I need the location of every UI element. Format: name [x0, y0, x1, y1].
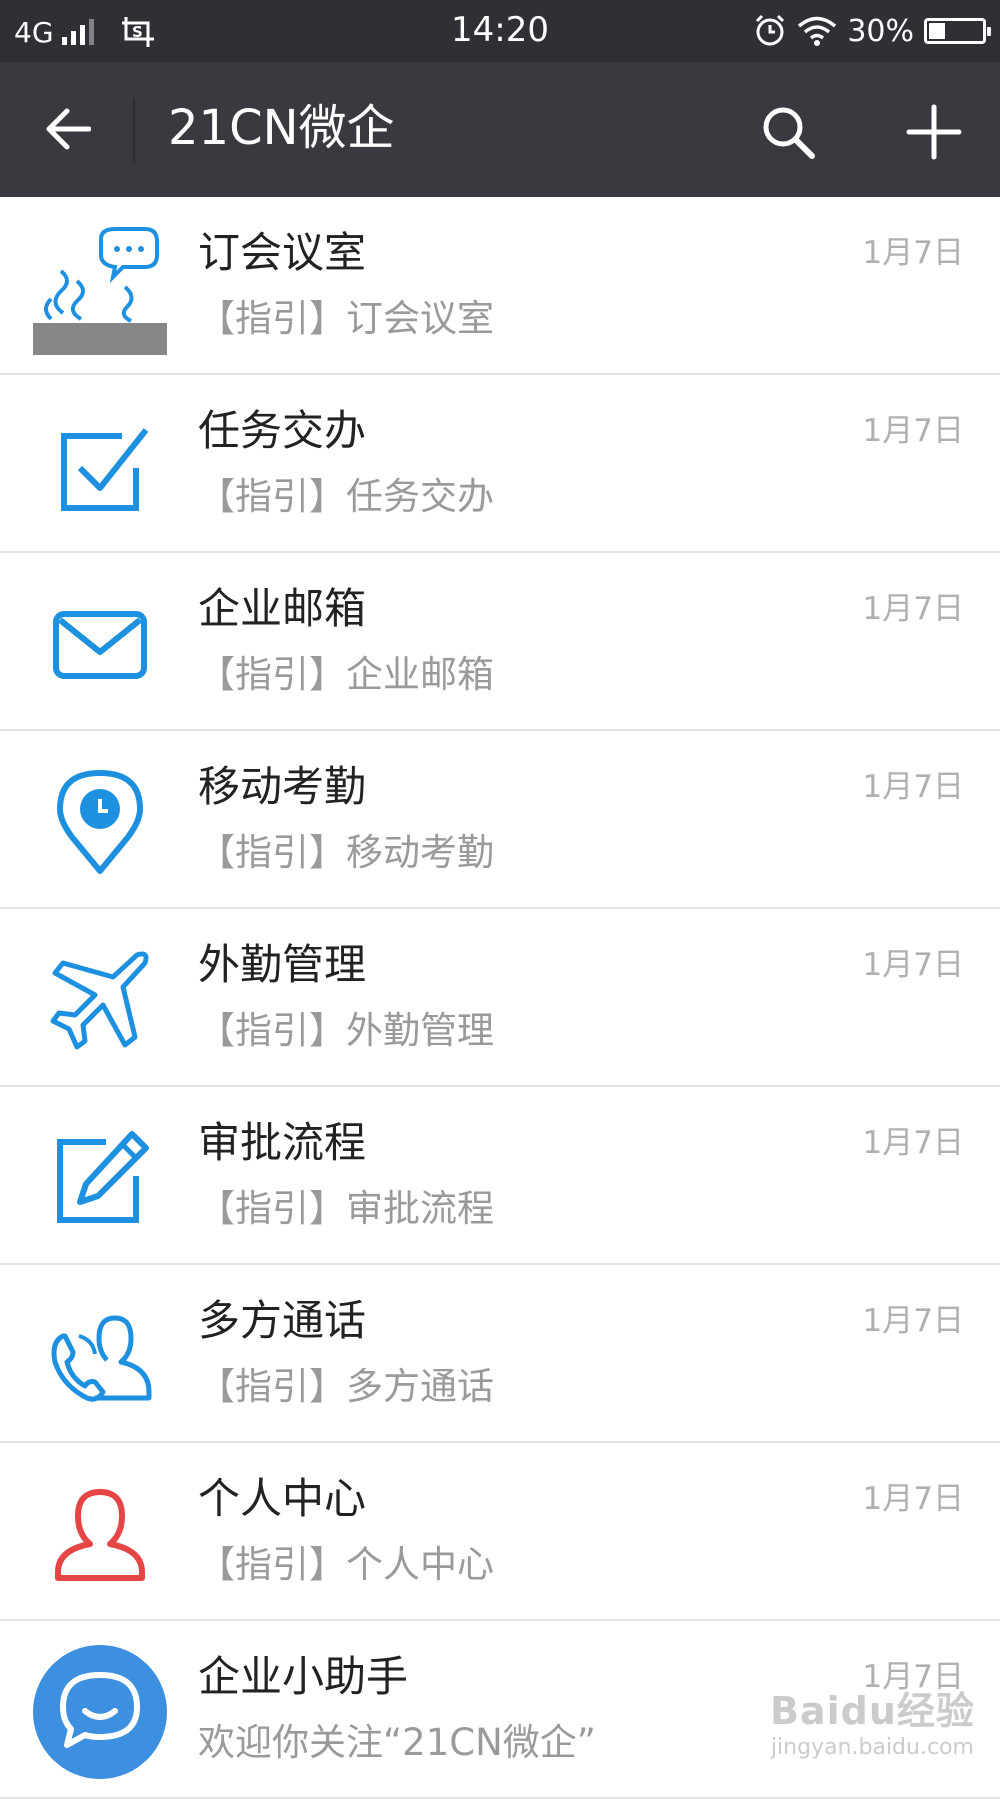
mail-icon: [33, 577, 167, 711]
item-title: 多方通话: [198, 1296, 367, 1345]
conference-call-icon: [33, 1289, 167, 1423]
wifi-icon: [798, 16, 837, 46]
page-title: 21CN微企: [168, 100, 395, 156]
item-subtitle: 【指引】外勤管理: [198, 1009, 494, 1052]
edit-icon: [33, 1111, 167, 1245]
list-item-task[interactable]: 任务交办 【指引】任务交办 1月7日: [0, 375, 1000, 553]
battery-icon: [924, 18, 991, 44]
item-title: 任务交办: [198, 406, 367, 455]
chat-bubble-icon: [33, 1645, 167, 1779]
search-icon: [763, 107, 815, 159]
checkbox-icon: [33, 399, 167, 533]
item-date: 1月7日: [862, 235, 964, 271]
item-title: 订会议室: [198, 228, 367, 277]
status-right: 30%: [753, 10, 991, 52]
plus-icon: [906, 104, 962, 160]
list-item-meeting-room[interactable]: 订会议室 【指引】订会议室 1月7日: [0, 197, 1000, 375]
watermark: Baidu经验 jingyan.baidu.com: [770, 1680, 975, 1760]
item-subtitle: 【指引】企业邮箱: [198, 653, 494, 696]
message-list: 订会议室 【指引】订会议室 1月7日 任务交办 【指引】任务交办 1月7日 企业…: [0, 197, 1000, 1799]
status-bar: 4G S 14:20 30%: [0, 0, 1000, 62]
item-date: 1月7日: [862, 1125, 964, 1161]
list-item-mail[interactable]: 企业邮箱 【指引】企业邮箱 1月7日: [0, 553, 1000, 731]
item-subtitle: 【指引】多方通话: [198, 1365, 494, 1408]
item-title: 企业邮箱: [198, 584, 367, 633]
arrow-left-icon: [46, 108, 91, 150]
search-button[interactable]: [748, 92, 828, 172]
list-item-field-work[interactable]: 外勤管理 【指引】外勤管理 1月7日: [0, 909, 1000, 1087]
item-date: 1月7日: [862, 413, 964, 449]
item-title: 企业小助手: [198, 1652, 409, 1701]
watermark-site: jingyan.baidu.com: [770, 1735, 974, 1760]
item-date: 1月7日: [862, 769, 964, 805]
item-title: 审批流程: [198, 1118, 367, 1167]
item-date: 1月7日: [862, 591, 964, 627]
app-header: 21CN微企: [0, 62, 1000, 197]
header-divider: [133, 98, 135, 162]
item-subtitle: 【指引】任务交办: [198, 475, 494, 518]
battery-percent: 30%: [847, 13, 914, 49]
item-subtitle: 欢迎你关注“21CN微企”: [198, 1721, 596, 1764]
item-subtitle: 【指引】审批流程: [198, 1187, 494, 1230]
add-button[interactable]: [894, 92, 974, 172]
item-subtitle: 【指引】订会议室: [198, 297, 494, 340]
back-button[interactable]: [30, 92, 104, 166]
item-date: 1月7日: [862, 1303, 964, 1339]
item-title: 外勤管理: [198, 940, 367, 989]
airplane-icon: [33, 933, 167, 1067]
watermark-brand: Baidu经验: [770, 1689, 975, 1733]
location-clock-icon: [33, 755, 167, 889]
item-subtitle: 【指引】个人中心: [198, 1543, 494, 1586]
list-item-attendance[interactable]: 移动考勤 【指引】移动考勤 1月7日: [0, 731, 1000, 909]
battery-fill: [929, 23, 945, 39]
list-item-personal-center[interactable]: 个人中心 【指引】个人中心 1月7日: [0, 1443, 1000, 1621]
item-date: 1月7日: [862, 1481, 964, 1517]
item-title: 个人中心: [198, 1474, 367, 1523]
item-subtitle: 【指引】移动考勤: [198, 831, 494, 874]
meeting-room-icon: [33, 221, 167, 355]
item-title: 移动考勤: [198, 762, 367, 811]
list-item-approval[interactable]: 审批流程 【指引】审批流程 1月7日: [0, 1087, 1000, 1265]
person-icon: [33, 1467, 167, 1601]
item-date: 1月7日: [862, 947, 964, 983]
list-item-conference-call[interactable]: 多方通话 【指引】多方通话 1月7日: [0, 1265, 1000, 1443]
alarm-icon: [756, 14, 785, 46]
